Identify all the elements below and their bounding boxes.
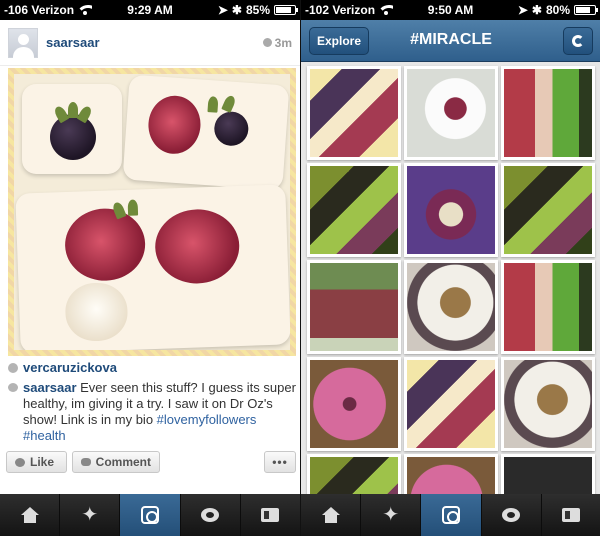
caption-username[interactable]: saarsaar (23, 380, 77, 395)
grid-photo-tile[interactable] (307, 163, 401, 257)
post-caption-block: vercaruzickova saarsaar Ever seen this s… (8, 360, 296, 444)
grid-photo-image (504, 360, 592, 448)
photo-grid (301, 62, 600, 536)
post-actions: Like Comment ••• (6, 451, 296, 475)
comment-bubble-icon (81, 458, 91, 466)
grid-photo-image (310, 263, 398, 351)
tab-camera[interactable] (421, 494, 482, 536)
profile-card-icon (562, 508, 581, 522)
navigation-bar: Explore #MIRACLE (301, 20, 600, 62)
grid-photo-tile[interactable] (404, 66, 498, 160)
grid-photo-image (310, 360, 398, 448)
battery-percent: 80% (545, 3, 570, 17)
grid-photo-tile[interactable] (501, 260, 595, 354)
tab-news[interactable] (181, 494, 241, 536)
grid-photo-image (407, 263, 495, 351)
comment-button[interactable]: Comment (72, 451, 160, 473)
grid-photo-image (504, 263, 592, 351)
grid-photo-image (310, 69, 398, 157)
grid-photo-image (310, 166, 398, 254)
hashtag-link[interactable]: #health (23, 428, 66, 443)
grid-photo-image (504, 69, 592, 157)
page-title: #MIRACLE (410, 31, 492, 48)
bluetooth-icon: ✱ (231, 3, 242, 17)
likes-heart-icon (8, 363, 18, 373)
status-bar: -102 Verizon 9:50 AM ➤ ✱ 80% (301, 0, 600, 20)
camera-icon (141, 506, 159, 524)
post-header: saarsaar 3m (0, 20, 300, 66)
tab-profile[interactable] (241, 494, 300, 536)
post-detail-screen: -106 Verizon 9:29 AM ➤ ✱ 85% saarsaar 3m (0, 0, 300, 536)
tab-explore[interactable]: ✦ (361, 494, 422, 536)
photo-panel-open-fruit (122, 74, 290, 191)
grid-photo-image (407, 360, 495, 448)
carrier-label: -106 Verizon (4, 3, 75, 17)
grid-photo-tile[interactable] (404, 260, 498, 354)
camera-icon (442, 506, 460, 524)
explore-star-icon: ✦ (382, 504, 400, 526)
wifi-icon (379, 5, 394, 15)
tab-explore[interactable]: ✦ (60, 494, 121, 536)
explore-star-icon: ✦ (81, 504, 99, 526)
like-button[interactable]: Like (6, 451, 67, 473)
grid-photo-tile[interactable] (404, 163, 498, 257)
location-icon: ➤ (217, 3, 228, 17)
grid-photo-tile[interactable] (404, 357, 498, 451)
grid-photo-image (407, 166, 495, 254)
grid-photo-tile[interactable] (501, 163, 595, 257)
photo-panel-cut-fruit (15, 184, 290, 350)
refresh-button[interactable] (563, 27, 593, 55)
heart-icon (15, 457, 25, 467)
caption-text-wrap: saarsaar Ever seen this stuff? I guess i… (23, 380, 296, 444)
battery-icon (274, 5, 298, 15)
refresh-icon (572, 35, 584, 47)
tab-camera[interactable] (120, 494, 181, 536)
wifi-icon (78, 5, 93, 15)
grid-photo-tile[interactable] (501, 357, 595, 451)
tab-home[interactable] (301, 494, 362, 536)
photo-panel-whole-fruit (22, 84, 122, 174)
tab-bar: ✦ (0, 494, 300, 536)
tab-news[interactable] (482, 494, 542, 536)
explore-hashtag-screen: -102 Verizon 9:50 AM ➤ ✱ 80% Explore #MI… (300, 0, 600, 536)
clock-icon (262, 38, 272, 47)
news-bubble-icon (201, 508, 220, 522)
grid-photo-tile[interactable] (307, 66, 401, 160)
hashtag-link[interactable]: #lovemyfollowers (157, 412, 257, 427)
bluetooth-icon: ✱ (531, 3, 542, 17)
grid-photo-image (504, 166, 592, 254)
caption-bubble-icon (8, 383, 18, 392)
carrier-label: -102 Verizon (305, 3, 376, 17)
profile-card-icon (261, 508, 280, 522)
location-icon: ➤ (517, 3, 528, 17)
battery-icon (574, 5, 598, 15)
home-icon (321, 507, 340, 523)
grid-photo-tile[interactable] (501, 66, 595, 160)
post-username[interactable]: saarsaar (46, 35, 100, 50)
battery-percent: 85% (245, 3, 270, 17)
news-bubble-icon (502, 508, 521, 522)
post-timestamp: 3m (262, 36, 292, 50)
grid-photo-tile[interactable] (307, 260, 401, 354)
grid-photo-tile[interactable] (307, 357, 401, 451)
tab-profile[interactable] (542, 494, 600, 536)
post-photo[interactable] (8, 68, 296, 356)
status-bar: -106 Verizon 9:29 AM ➤ ✱ 85% (0, 0, 300, 20)
liker-username[interactable]: vercaruzickova (23, 360, 117, 376)
home-icon (20, 507, 39, 523)
tab-bar: ✦ (301, 494, 600, 536)
more-options-button[interactable]: ••• (264, 451, 296, 473)
avatar[interactable] (8, 27, 38, 58)
tab-home[interactable] (0, 494, 61, 536)
grid-photo-image (407, 69, 495, 157)
